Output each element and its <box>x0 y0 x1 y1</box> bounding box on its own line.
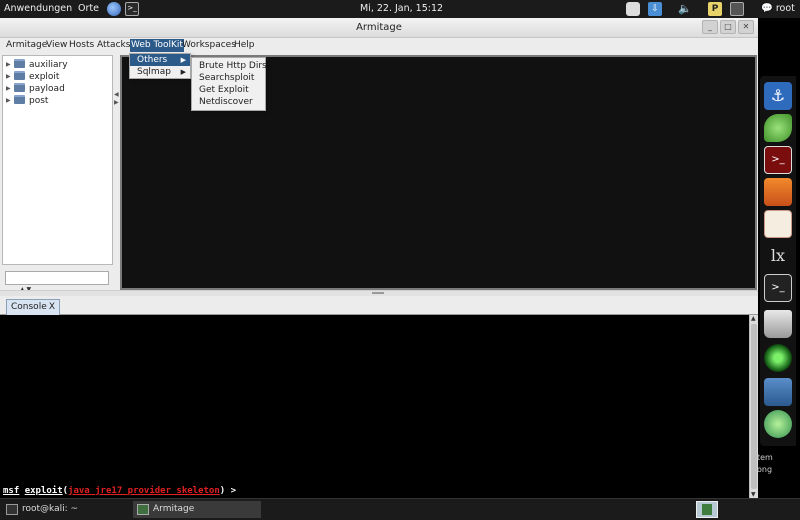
workspace-thumbnail-icon <box>702 504 712 515</box>
menu-item-searchsploit[interactable]: Searchsploit <box>192 72 265 84</box>
splitter-grip[interactable] <box>372 292 384 294</box>
submenu-arrow-icon: ▶ <box>180 56 186 64</box>
prompt-prefix: msf <box>3 486 20 496</box>
anchor-icon[interactable]: ⚓ <box>764 82 792 110</box>
bag-icon[interactable] <box>764 178 792 206</box>
prompt-suffix: > <box>230 486 237 496</box>
tab-close-button[interactable]: X <box>49 300 55 315</box>
display-icon[interactable] <box>730 2 744 16</box>
armitage-window: Armitage _ □ ✕ Armitage View Hosts Attac… <box>0 18 758 498</box>
notification-icon[interactable] <box>626 2 640 16</box>
tree-node-payload[interactable]: ▶ payload <box>6 83 65 95</box>
user-name: root <box>775 3 795 14</box>
prompt-word: exploit <box>24 486 63 496</box>
menu-web-toolkit[interactable]: Web ToolKit <box>130 39 184 52</box>
browser-icon[interactable] <box>107 2 121 16</box>
scroll-up-icon[interactable]: ▲ <box>751 315 756 322</box>
terminal-small-icon <box>6 504 18 515</box>
clock[interactable]: Mi, 22. Jan, 15:12 <box>360 2 443 16</box>
network-icon[interactable] <box>764 378 792 406</box>
web-toolkit-menu: Others ▶ Sqlmap ▶ <box>129 53 191 79</box>
tree-node-label: auxiliary <box>29 60 68 70</box>
menu-armitage[interactable]: Armitage <box>5 39 48 52</box>
menu-item-others[interactable]: Others ▶ <box>130 54 190 66</box>
menu-workspaces[interactable]: Workspaces <box>181 39 237 52</box>
menu-item-label: Others <box>137 55 168 65</box>
tab-strip: Console X <box>0 296 758 315</box>
task-terminal[interactable]: root@kali: ~ <box>2 501 132 518</box>
volume-icon[interactable]: 🔈 <box>678 2 692 16</box>
title-bar[interactable]: Armitage _ □ ✕ <box>0 18 758 38</box>
folder-icon <box>14 83 25 92</box>
side-text-line: tem <box>757 453 773 462</box>
dock: ⚓ >_ lx >_ <box>760 76 796 446</box>
folder-icon <box>14 71 25 80</box>
places-menu[interactable]: Orte <box>78 2 99 16</box>
console-output[interactable]: msf exploit(java_jre17_provider_skeleton… <box>0 315 749 498</box>
menu-view[interactable]: View <box>45 39 68 52</box>
user-menu[interactable]: 💬 root <box>761 2 795 16</box>
leaf-icon[interactable] <box>764 114 792 142</box>
terminal-red-icon[interactable]: >_ <box>764 146 792 174</box>
close-button[interactable]: ✕ <box>738 20 754 34</box>
module-tree: ▶ auxiliary ▶ exploit ▶ payload ▶ post <box>2 55 113 265</box>
menu-item-brute-http-dirs[interactable]: Brute Http Dirs <box>192 60 267 72</box>
task-label: Armitage <box>153 504 195 514</box>
task-armitage[interactable]: Armitage <box>133 501 261 518</box>
module-search-input[interactable] <box>5 271 109 285</box>
menu-item-netdiscover[interactable]: Netdiscover <box>192 96 265 108</box>
tab-console-label: Console <box>11 302 47 312</box>
menu-item-sqlmap[interactable]: Sqlmap ▶ <box>130 66 190 78</box>
armitage-small-icon <box>137 504 149 515</box>
compass-icon[interactable] <box>764 410 792 438</box>
applications-menu[interactable]: Anwendungen <box>4 2 72 16</box>
tree-node-post[interactable]: ▶ post <box>6 95 48 107</box>
maximize-button[interactable]: □ <box>720 20 736 34</box>
expand-right-icon[interactable]: ▶ <box>114 99 119 106</box>
collapse-left-icon[interactable]: ◀ <box>114 91 119 98</box>
document-icon[interactable] <box>764 210 792 238</box>
menu-help[interactable]: Help <box>233 39 256 52</box>
trash-icon[interactable] <box>764 310 792 338</box>
terminal-icon[interactable]: >_ <box>764 274 792 302</box>
menu-hosts[interactable]: Hosts <box>68 39 95 52</box>
tree-node-label: payload <box>29 84 65 94</box>
menu-item-label: Sqlmap <box>137 67 171 77</box>
menu-item-get-exploit[interactable]: Get Exploit <box>192 84 265 96</box>
parking-icon[interactable]: P <box>708 2 722 16</box>
scroll-down-icon[interactable]: ▼ <box>751 491 756 498</box>
task-label: root@kali: ~ <box>22 504 79 514</box>
update-icon[interactable]: ⇩ <box>648 2 662 16</box>
workspace-switcher[interactable] <box>696 501 718 518</box>
expand-arrow-icon[interactable]: ▶ <box>6 59 14 71</box>
window-title: Armitage <box>356 22 402 33</box>
terminal-launcher-icon[interactable]: >_ <box>125 2 139 16</box>
vertical-splitter[interactable]: ◀ ▶ <box>114 55 119 290</box>
folder-icon <box>14 59 25 68</box>
dock-side-text: tem ong <box>757 452 773 476</box>
console-prompt[interactable]: msf exploit(java_jre17_provider_skeleton… <box>3 486 236 496</box>
tab-console[interactable]: Console X <box>6 299 60 315</box>
radar-icon[interactable] <box>764 344 792 372</box>
side-text-line: ong <box>757 465 773 474</box>
others-submenu: Brute Http Dirs Searchsploit Get Exploit… <box>191 57 267 111</box>
expand-arrow-icon[interactable]: ▶ <box>6 71 14 83</box>
tree-node-auxiliary[interactable]: ▶ auxiliary <box>6 59 68 71</box>
expand-arrow-icon[interactable]: ▶ <box>6 83 14 95</box>
folder-icon <box>14 95 25 104</box>
tree-node-label: post <box>29 96 49 106</box>
tex-icon[interactable]: lx <box>764 242 792 270</box>
menu-attacks[interactable]: Attacks <box>96 39 131 52</box>
minimize-button[interactable]: _ <box>702 20 718 34</box>
top-panel: Anwendungen Orte >_ Mi, 22. Jan, 15:12 ⇩… <box>0 0 800 18</box>
expand-arrow-icon[interactable]: ▶ <box>6 95 14 107</box>
tree-node-label: exploit <box>29 72 60 82</box>
prompt-module: java_jre17_provider_skeleton <box>68 486 220 496</box>
submenu-arrow-icon: ▶ <box>180 68 186 76</box>
tree-node-exploit[interactable]: ▶ exploit <box>6 71 59 83</box>
menu-bar: Armitage View Hosts Attacks Web ToolKit … <box>0 38 758 53</box>
taskbar: root@kali: ~ Armitage <box>0 498 800 520</box>
